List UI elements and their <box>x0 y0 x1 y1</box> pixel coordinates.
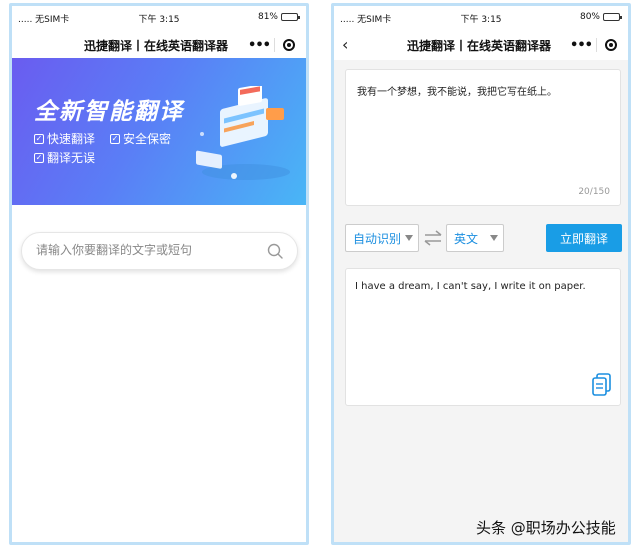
battery-icon <box>603 13 622 21</box>
battery-percent: 81% <box>257 12 278 22</box>
swap-icon[interactable] <box>424 227 442 249</box>
translate-button[interactable]: 立即翻译 <box>546 224 622 252</box>
banner-feature: ✓ 安全保密 <box>110 132 172 146</box>
battery-indicator: 80% <box>579 12 622 22</box>
search-box[interactable] <box>21 232 298 270</box>
target-icon <box>604 39 617 51</box>
checkbox-icon: ✓ <box>34 133 44 144</box>
target-icon <box>282 39 295 51</box>
source-language-select[interactable]: 自动识别 <box>345 224 419 252</box>
source-language-label: 自动识别 <box>353 231 402 246</box>
battery-percent: 80% <box>579 12 600 22</box>
banner-headline: 全新智能翻译 <box>34 99 184 125</box>
more-menu-button[interactable]: ••• <box>244 38 274 53</box>
result-area: I have a dream, I can't say, I write it … <box>345 268 621 406</box>
result-text[interactable]: I have a dream, I can't say, I write it … <box>355 280 586 294</box>
promo-banner[interactable]: 全新智能翻译 ✓ 快速翻译 ✓ 安全保密 ✓ 翻译无误 <box>12 58 306 205</box>
phone-illustration-icon <box>196 86 290 180</box>
mini-program-capsule: ••• <box>566 34 624 56</box>
nav-bar: 迅捷翻译丨在线英语翻译器 ••• <box>12 28 306 60</box>
nav-bar: ‹ 迅捷翻译丨在线英语翻译器 ••• <box>334 28 628 60</box>
page-title: 迅捷翻译丨在线英语翻译器 <box>84 39 229 53</box>
status-bar: ..... 无SIM卡 下午 3:15 81% <box>12 6 306 28</box>
search-icon[interactable] <box>267 243 283 259</box>
source-text[interactable]: 我有一个梦想，我不能说，我把它写在纸上。 <box>357 86 557 100</box>
banner-feature: ✓ 翻译无误 <box>34 151 96 165</box>
watermark: 头条 @职场办公技能 <box>476 519 616 537</box>
copy-icon[interactable] <box>592 373 612 397</box>
dropdown-arrow-icon <box>490 235 498 241</box>
close-mini-program-button[interactable] <box>275 39 302 51</box>
status-bar: ..... 无SIM卡 下午 3:15 80% <box>334 6 628 28</box>
page-title: 迅捷翻译丨在线英语翻译器 <box>407 39 552 53</box>
target-language-select[interactable]: 英文 <box>446 224 504 252</box>
banner-feature: ✓ 快速翻译 <box>34 132 96 146</box>
close-mini-program-button[interactable] <box>597 39 624 51</box>
battery-icon <box>281 13 300 21</box>
target-language-label: 英文 <box>454 231 479 246</box>
more-menu-button[interactable]: ••• <box>566 38 596 53</box>
char-counter: 20/150 <box>578 187 610 197</box>
battery-indicator: 81% <box>257 12 300 22</box>
back-icon[interactable]: ‹ <box>342 35 348 54</box>
home-screen: ..... 无SIM卡 下午 3:15 81% 迅捷翻译丨在线英语翻译器 •••… <box>9 3 309 545</box>
checkbox-icon: ✓ <box>110 133 120 144</box>
mini-program-capsule: ••• <box>244 34 302 56</box>
checkbox-icon: ✓ <box>34 152 44 163</box>
dropdown-arrow-icon <box>405 235 413 241</box>
search-input[interactable] <box>36 243 256 257</box>
source-text-area[interactable]: 我有一个梦想，我不能说，我把它写在纸上。 20/150 <box>345 69 621 206</box>
translate-screen: ..... 无SIM卡 下午 3:15 80% ‹ 迅捷翻译丨在线英语翻译器 •… <box>331 3 631 545</box>
